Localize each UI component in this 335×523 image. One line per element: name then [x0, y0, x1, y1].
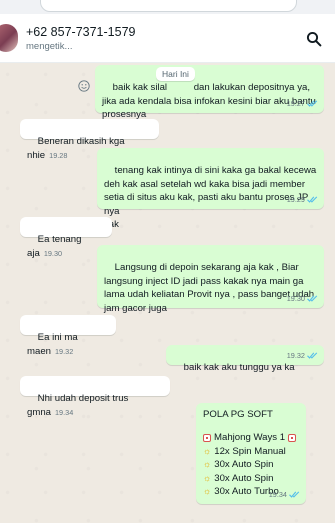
message-text: Langsung di depoin sekarang aja kak , Bi…: [104, 262, 315, 314]
message-text: tenang kak intinya di sini kaka ga bakal…: [104, 165, 317, 230]
list-item: ☼ 30x Auto Spin: [203, 458, 299, 471]
red-square-icon: [288, 434, 297, 443]
message-meta: 19.32: [287, 349, 318, 362]
list-item: ☼ 30x Auto Spin: [203, 472, 299, 485]
double-check-icon: [307, 352, 318, 359]
address-pill: [40, 0, 297, 12]
message-time: 19.34: [268, 489, 287, 499]
list-item: ☼ 12x Spin Manual: [203, 445, 299, 458]
message-meta: 19.34: [269, 488, 300, 501]
sun-icon: ☼: [203, 459, 212, 470]
message-outgoing[interactable]: POLA PG SOFT Mahjong Ways 1 ☼ 12x Spin M…: [196, 403, 306, 504]
chat-header[interactable]: +62 857-7371-1579 mengetik...: [0, 14, 335, 63]
sun-icon: ☼: [203, 446, 212, 457]
double-check-icon: [307, 100, 318, 107]
date-separator: Hari Ini: [156, 67, 195, 81]
message-text: baik kak aku tunggu ya ka: [183, 362, 295, 374]
message-incoming[interactable]: Ea tenang aja 19.30: [20, 217, 112, 259]
message-time: 19.29: [286, 194, 305, 204]
message-outgoing[interactable]: baik kak aku tunggu ya ka 19.32: [166, 345, 324, 373]
list-line-text: 30x Auto Spin: [214, 459, 274, 471]
message-time: 19.27: [286, 98, 305, 108]
message-incoming[interactable]: Nhi udah deposit trus gmna 19.34: [20, 376, 170, 418]
avatar[interactable]: [0, 24, 18, 52]
sun-icon: ☼: [203, 486, 212, 497]
message-meta: 19.27: [287, 97, 318, 110]
message-incoming[interactable]: Ea ini ma maen 19.32: [20, 315, 116, 357]
message-time: 19.28: [49, 150, 68, 160]
typing-status: mengetik...: [26, 41, 73, 52]
message-time: 19.32: [55, 346, 74, 356]
message-outgoing[interactable]: Langsung di depoin sekarang aja kak , Bi…: [97, 245, 324, 314]
message-time: 19.32: [286, 350, 305, 360]
message-title: POLA PG SOFT: [203, 409, 273, 420]
message-meta: 19.30: [287, 292, 318, 305]
red-square-icon: [203, 434, 211, 443]
list-line-text: 12x Spin Manual: [214, 445, 286, 457]
message-outgoing[interactable]: tenang kak intinya di sini kaka ga bakal…: [97, 148, 324, 230]
message-list[interactable]: baik kak silal dan lakukan depositnya ya…: [0, 63, 335, 523]
message-incoming[interactable]: Beneran dikasih kga nhie 19.28: [20, 119, 159, 161]
sun-icon: ☼: [203, 472, 212, 483]
contact-name[interactable]: +62 857-7371-1579: [26, 25, 135, 39]
double-check-icon: [289, 491, 300, 498]
message-time: 19.30: [43, 248, 63, 258]
message-text: Nhi udah deposit trus gmna: [27, 393, 132, 418]
message-meta: 19.29: [287, 193, 318, 206]
double-check-icon: [307, 295, 318, 302]
list-line-text: 30x Auto Spin: [214, 472, 274, 484]
browser-top-strip: [0, 0, 335, 14]
game-name: Mahjong Ways 1: [214, 432, 286, 444]
search-icon[interactable]: [306, 31, 322, 47]
list-item: Mahjong Ways 1: [203, 431, 299, 444]
message-time: 19.30: [286, 293, 305, 303]
message-outgoing[interactable]: baik kak silal dan lakukan depositnya ya…: [95, 65, 324, 120]
double-check-icon: [307, 196, 318, 203]
message-time: 19.34: [55, 407, 74, 417]
emoji-icon[interactable]: [78, 80, 90, 92]
message-text: baik kak silal dan lakukan depositnya ya…: [102, 82, 316, 121]
